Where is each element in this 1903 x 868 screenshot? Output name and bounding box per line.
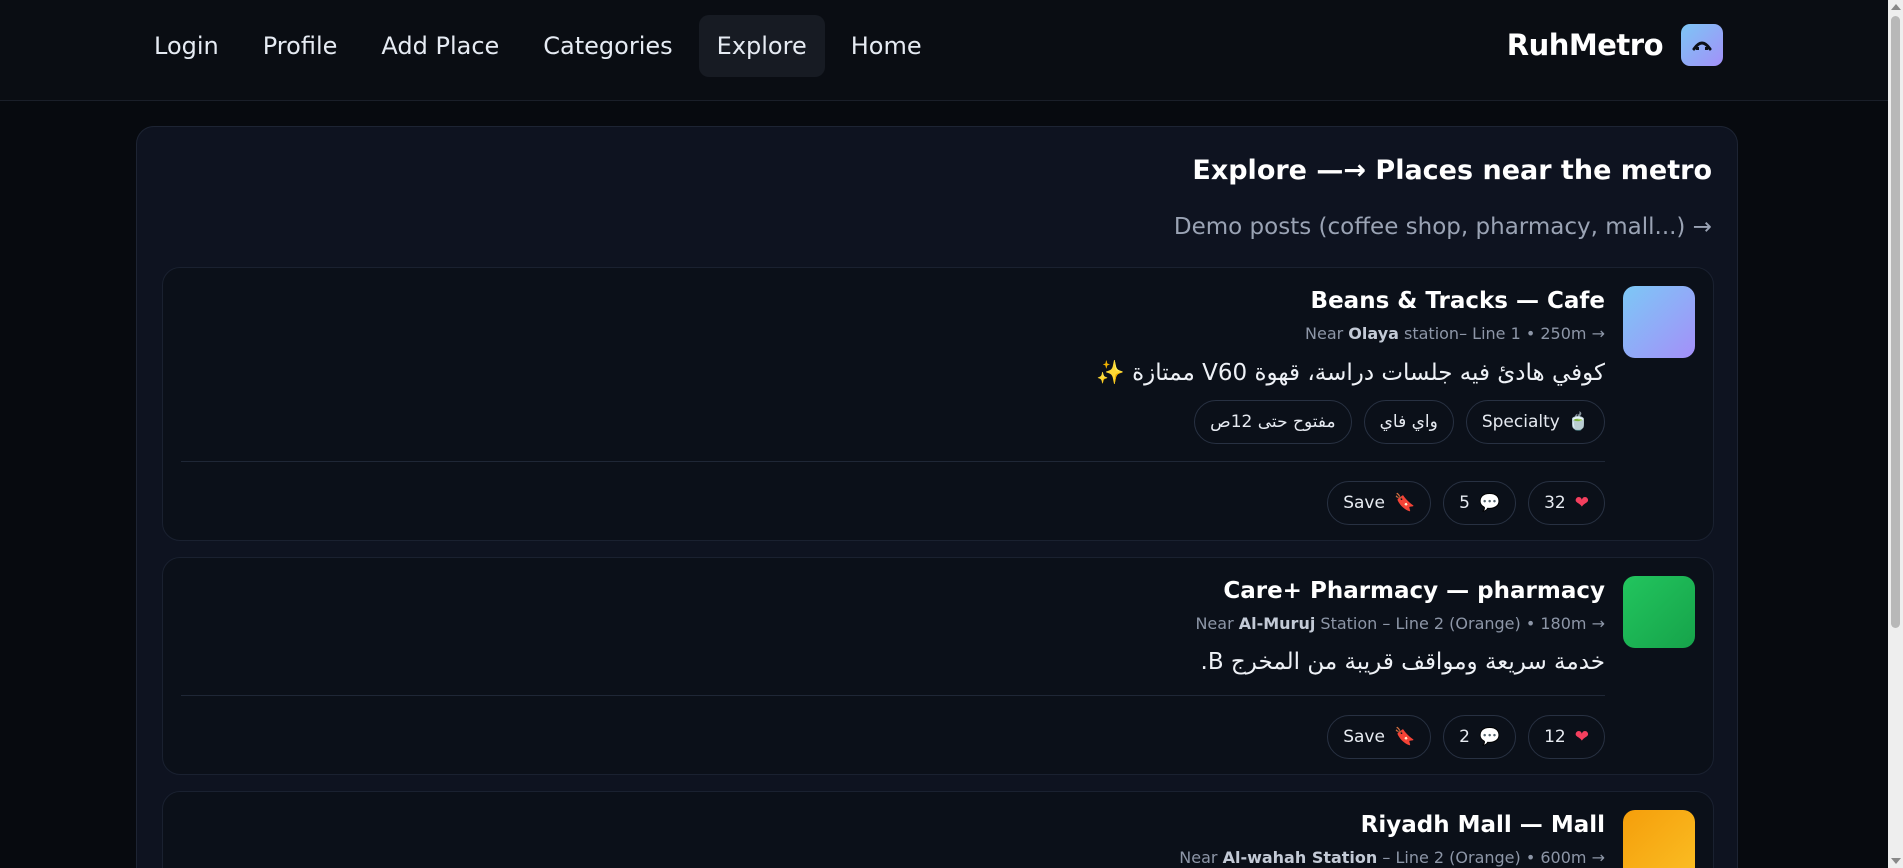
divider: [181, 461, 1605, 462]
tag-label: واي فاي: [1379, 412, 1438, 432]
station-name: Al-wahah Station: [1222, 848, 1378, 867]
tag-label: مفتوح حتى 12ص: [1210, 412, 1336, 432]
tag-list: مفتوح حتى 12ص واي فاي Specialty 🍵: [1096, 400, 1605, 444]
nav-add-place[interactable]: Add Place: [363, 15, 517, 77]
tag-chip[interactable]: واي فاي: [1363, 400, 1454, 444]
post-text: خدمة سريعة ومواقف قريبة من المخرج B.: [1200, 649, 1605, 675]
bookmark-icon: 🔖: [1393, 727, 1416, 747]
comment-count: 5: [1459, 493, 1470, 513]
speech-bubble-icon: 💬: [1478, 493, 1501, 513]
scroll-thumb[interactable]: [1891, 16, 1900, 628]
tag-chip[interactable]: Specialty 🍵: [1465, 400, 1605, 444]
heart-icon: ❤: [1574, 493, 1589, 513]
brand[interactable]: RuhMetro: [1507, 24, 1723, 66]
comment-count: 2: [1459, 727, 1470, 747]
nav-categories[interactable]: Categories: [525, 15, 690, 77]
nav-home[interactable]: Home: [833, 15, 940, 77]
like-count: 12: [1544, 727, 1566, 747]
location-prefix: Near: [1179, 848, 1223, 867]
save-button[interactable]: Save 🔖: [1327, 715, 1432, 759]
page-title: Explore —→ Places near the metro: [1192, 155, 1712, 186]
tag-label: Specialty: [1481, 412, 1560, 432]
location-suffix: station– Line 1 • 250m →: [1398, 324, 1605, 343]
place-thumbnail: [1623, 810, 1695, 868]
post-card[interactable]: Riyadh Mall — Mall Near Al-wahah Station…: [162, 791, 1714, 868]
post-card[interactable]: Care+ Pharmacy — pharmacy Near Al-Muruj …: [162, 557, 1714, 775]
post-body: Beans & Tracks — Cafe Near Olaya station…: [1096, 288, 1605, 444]
tag-chip[interactable]: مفتوح حتى 12ص: [1194, 400, 1352, 444]
metro-icon: [1681, 24, 1723, 66]
post-location: Near Al-wahah Station – Line 2 (Orange) …: [1179, 848, 1605, 867]
post-body: Riyadh Mall — Mall Near Al-wahah Station…: [1179, 812, 1605, 867]
post-title[interactable]: Beans & Tracks — Cafe: [1096, 288, 1605, 314]
like-button[interactable]: 32 ❤: [1528, 481, 1605, 525]
top-nav-bar: Login Profile Add Place Categories Explo…: [0, 0, 1888, 101]
post-title[interactable]: Care+ Pharmacy — pharmacy: [1195, 578, 1605, 604]
post-text: كوفي هادئ فيه جلسات دراسة، قهوة V60 ممتا…: [1096, 360, 1605, 386]
like-count: 32: [1544, 493, 1566, 513]
nav-login[interactable]: Login: [136, 15, 237, 77]
location-prefix: Near: [1195, 614, 1239, 633]
speech-bubble-icon: 💬: [1478, 727, 1501, 747]
nav-profile[interactable]: Profile: [245, 15, 356, 77]
location-prefix: Near: [1305, 324, 1349, 343]
place-thumbnail: [1623, 286, 1695, 358]
scroll-down-icon[interactable]: [1891, 858, 1901, 864]
nav-menu: Login Profile Add Place Categories Explo…: [136, 15, 940, 77]
page-scrollbar[interactable]: [1888, 0, 1903, 868]
bookmark-icon: 🔖: [1393, 493, 1416, 513]
post-title[interactable]: Riyadh Mall — Mall: [1179, 812, 1605, 838]
comment-button[interactable]: 5 💬: [1443, 481, 1517, 525]
scroll-up-icon[interactable]: [1891, 4, 1901, 10]
like-button[interactable]: 12 ❤: [1528, 715, 1605, 759]
station-name: Al-Muruj: [1238, 614, 1316, 633]
brand-name: RuhMetro: [1506, 28, 1664, 62]
nav-explore[interactable]: Explore: [698, 15, 825, 77]
place-thumbnail: [1623, 576, 1695, 648]
save-label: Save: [1343, 727, 1385, 747]
heart-icon: ❤: [1574, 727, 1589, 747]
post-card[interactable]: Beans & Tracks — Cafe Near Olaya station…: [162, 267, 1714, 541]
explore-panel: Explore —→ Places near the metro Demo po…: [136, 126, 1738, 868]
page-subtitle: Demo posts (coffee shop, pharmacy, mall.…: [1173, 214, 1712, 240]
save-label: Save: [1343, 493, 1385, 513]
post-actions: 32 ❤ 5 💬 Save 🔖: [1327, 481, 1605, 525]
tea-icon: 🍵: [1567, 412, 1589, 432]
location-suffix: – Line 2 (Orange) • 600m →: [1377, 848, 1605, 867]
save-button[interactable]: Save 🔖: [1327, 481, 1432, 525]
post-location: Near Al-Muruj Station – Line 2 (Orange) …: [1195, 614, 1605, 633]
comment-button[interactable]: 2 💬: [1443, 715, 1517, 759]
station-name: Olaya: [1348, 324, 1399, 343]
post-actions: 12 ❤ 2 💬 Save 🔖: [1327, 715, 1605, 759]
post-location: Near Olaya station– Line 1 • 250m →: [1096, 324, 1605, 343]
divider: [181, 695, 1605, 696]
post-body: Care+ Pharmacy — pharmacy Near Al-Muruj …: [1195, 578, 1605, 675]
location-suffix: Station – Line 2 (Orange) • 180m →: [1315, 614, 1605, 633]
